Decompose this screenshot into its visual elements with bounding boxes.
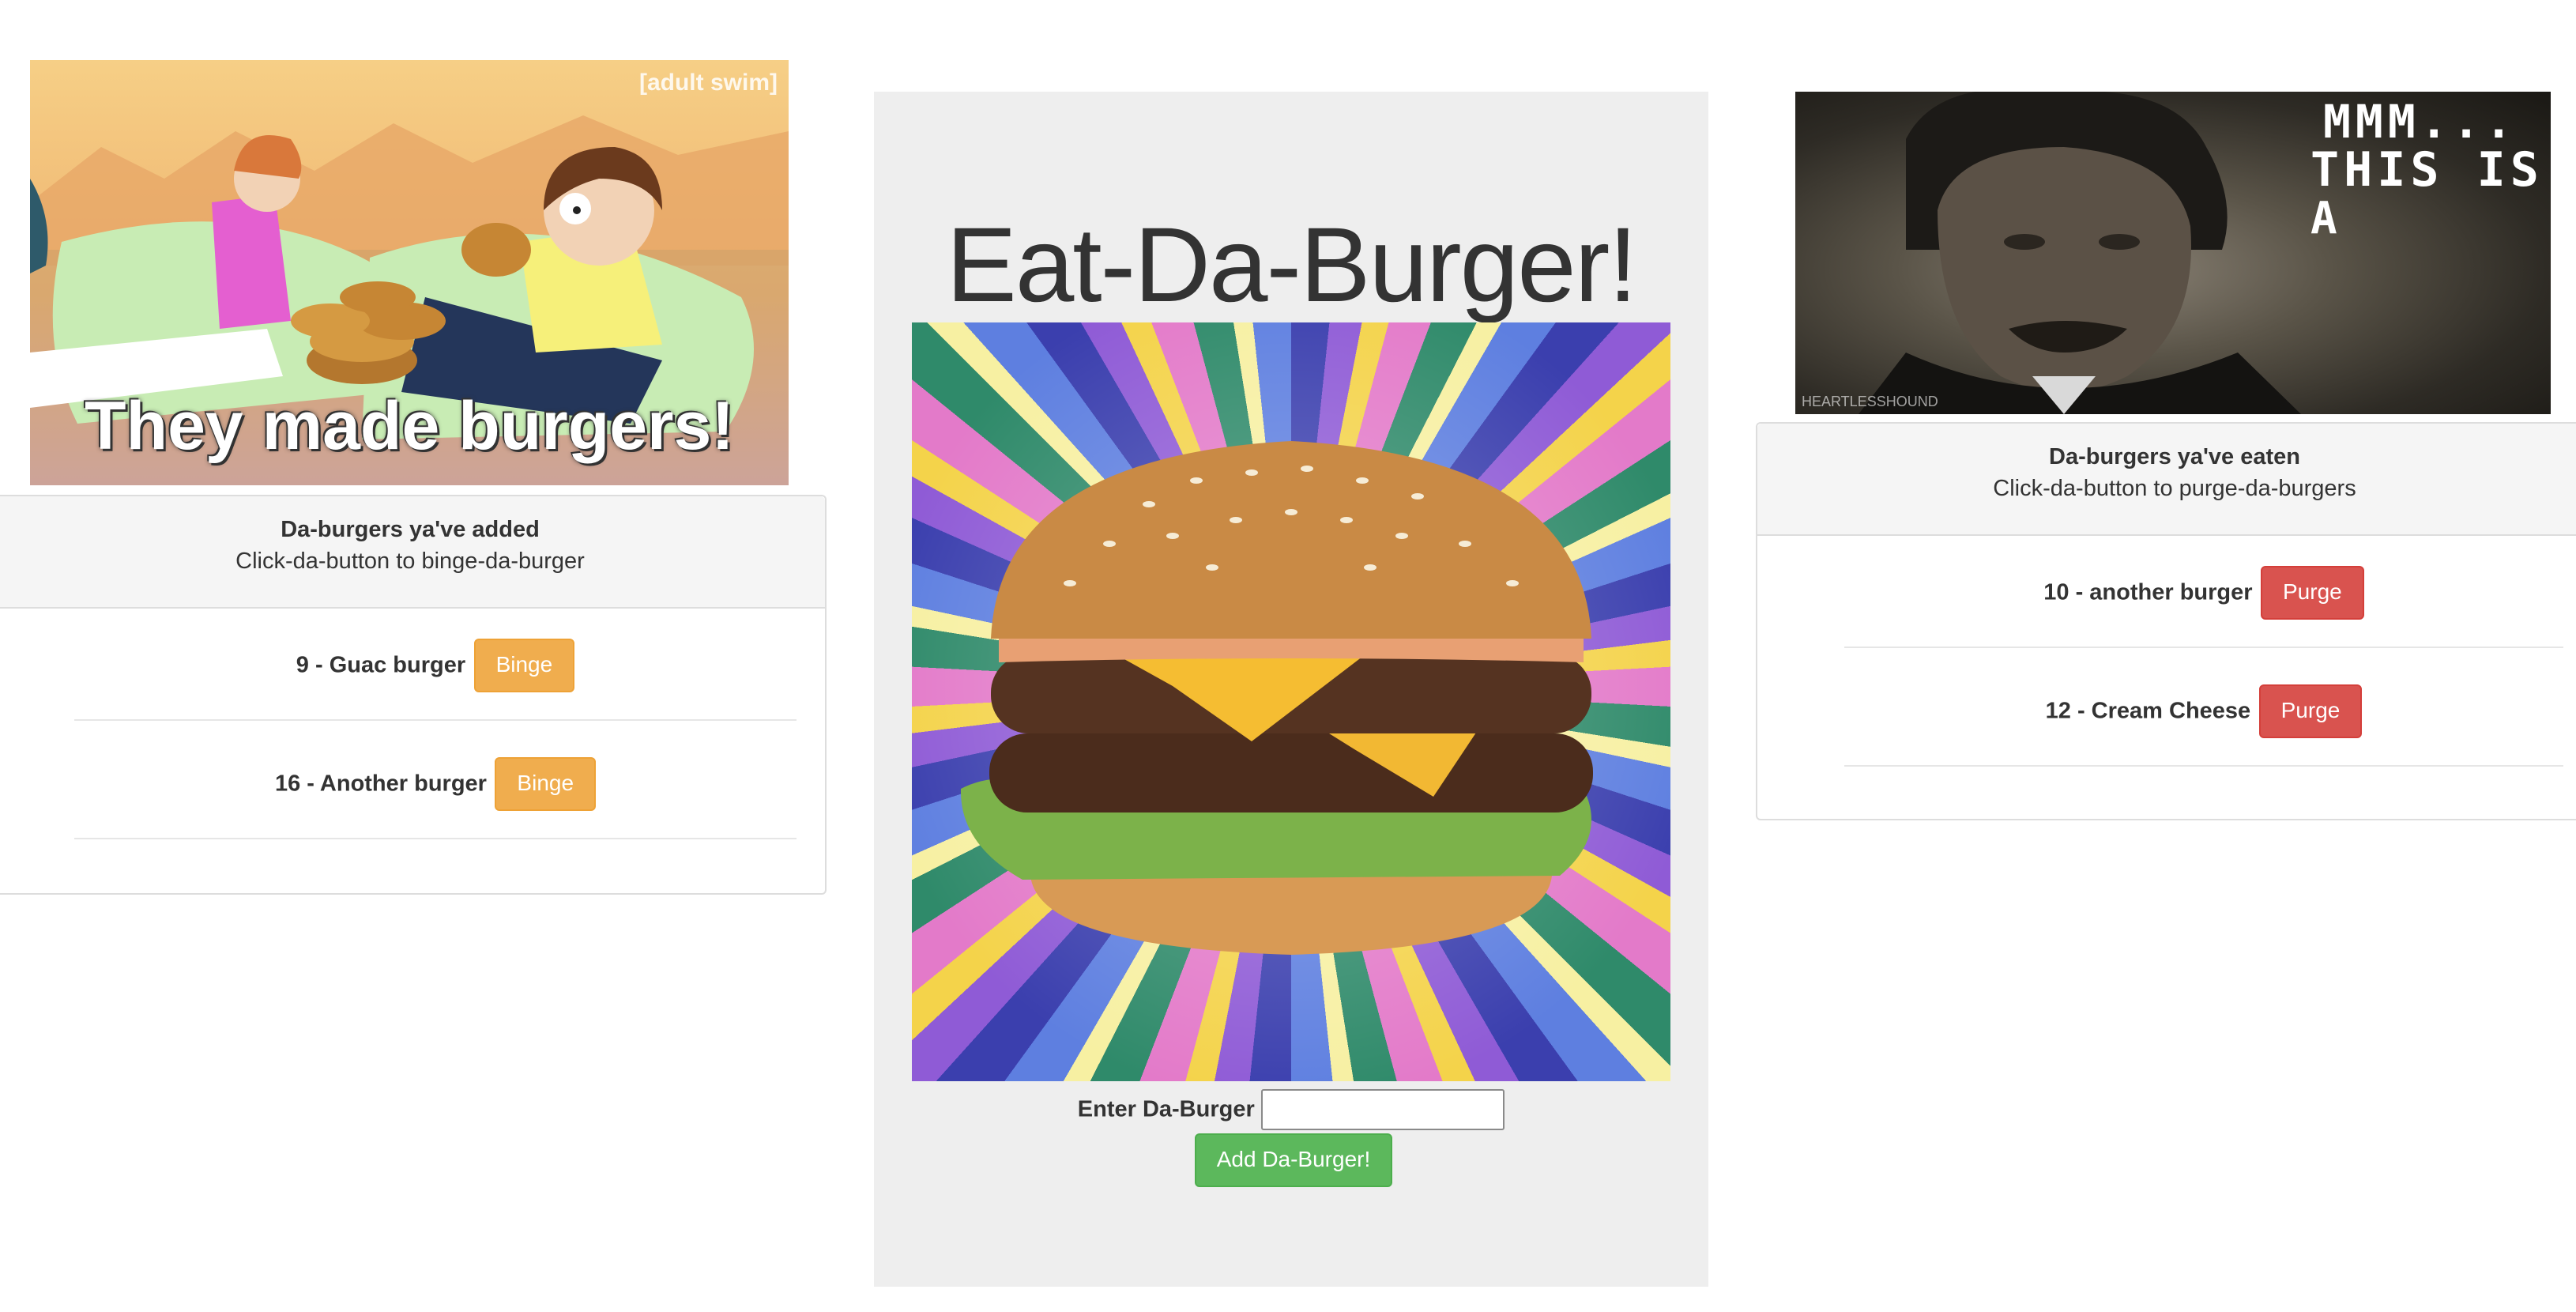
binge-button[interactable]: Binge [495,757,597,811]
gif-watermark: HEARTLESSHOUND [1802,394,1938,409]
list-item: 12 - Cream Cheese Purge [1844,667,2563,767]
list-item: 10 - another burger Purge [1844,549,2563,648]
added-burgers-title: Da-burgers ya've added [281,517,540,542]
burger-form: Enter Da-Burger [874,1089,1708,1130]
eaten-burgers-subtitle: Click-da-button to purge-da-burgers [1993,476,2356,501]
add-burger-button[interactable]: Add Da-Burger! [1194,1133,1393,1187]
eaten-burgers-title: Da-burgers ya've eaten [2049,444,2300,469]
list-item: 16 - Another burger Binge [74,740,797,839]
burger-label: 9 - Guac burger [296,652,466,678]
jumbotron: Eat-Da-Burger! Enter Da-Burger Add Da-Bu… [874,92,1708,1287]
eaten-burgers-heading: Da-burgers ya've eaten Click-da-button t… [1757,424,2576,536]
gif-caption-line-1: MMM... [2323,95,2518,149]
burger-label: 16 - Another burger [274,771,487,797]
burger-label: 10 - another burger [2043,579,2253,605]
gif-caption: They made burgers! [85,388,734,464]
purge-button[interactable]: Purge [2258,684,2363,738]
added-burgers-panel: Da-burgers ya've added Click-da-button t… [0,495,827,895]
gif-watermark: [adult swim] [638,70,778,96]
eaten-burgers-panel: Da-burgers ya've eaten Click-da-button t… [1756,422,2576,820]
added-burgers-subtitle: Click-da-button to binge-da-burger [235,549,585,574]
burger-label: 12 - Cream Cheese [2045,698,2251,724]
burger-input-label: Enter Da-Burger [1077,1096,1255,1122]
purge-button[interactable]: Purge [2261,566,2364,620]
pulp-fiction-gif: MMM... THIS IS A HEARTLESSHOUND [1795,92,2551,414]
gif-caption-line-2: THIS IS [2310,142,2544,198]
binge-button[interactable]: Binge [473,639,575,692]
add-button-row: Add Da-Burger! [874,1133,1708,1187]
list-item: 9 - Guac burger Binge [74,621,797,721]
burger-image [912,322,1670,1081]
burger-illustration [912,322,1670,1081]
page-title: Eat-Da-Burger! [946,206,1637,324]
added-burgers-heading: Da-burgers ya've added Click-da-button t… [0,496,825,609]
rick-and-morty-gif: [adult swim] They made burgers! [30,60,789,485]
burger-input[interactable] [1261,1089,1505,1130]
gif-caption-line-3: A [2310,193,2337,244]
